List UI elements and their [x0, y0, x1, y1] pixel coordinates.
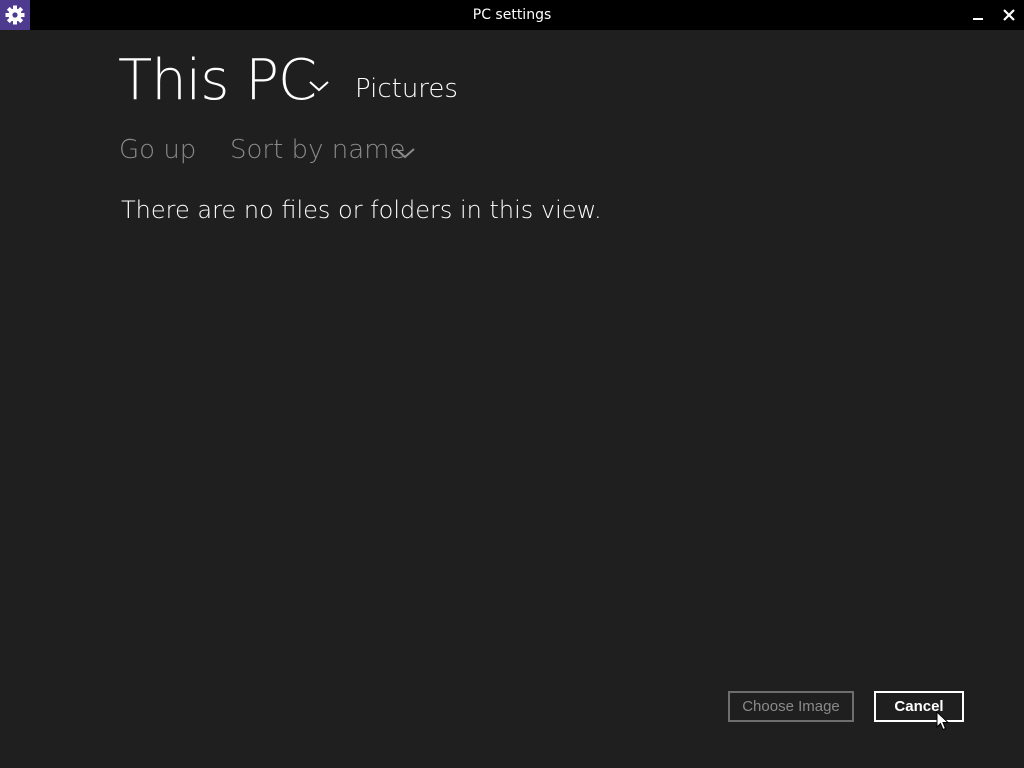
- cancel-button[interactable]: Cancel: [874, 691, 964, 722]
- minimize-button[interactable]: [963, 0, 993, 30]
- chevron-down-icon[interactable]: [308, 78, 330, 94]
- close-icon: [1003, 9, 1015, 21]
- minimize-icon: [973, 18, 983, 20]
- window-title: PC settings: [472, 7, 552, 23]
- current-folder[interactable]: Pictures: [355, 74, 458, 104]
- title-bar: PC settings: [0, 0, 1024, 30]
- empty-view-message: There are no files or folders in this vi…: [121, 196, 602, 224]
- location-title[interactable]: This PC: [118, 48, 317, 113]
- chevron-down-icon[interactable]: [394, 145, 416, 161]
- sort-by-button[interactable]: Sort by name: [230, 135, 405, 165]
- mouse-cursor-icon: [936, 711, 950, 731]
- go-up-button[interactable]: Go up: [119, 135, 196, 165]
- choose-image-button[interactable]: Choose Image: [728, 691, 854, 722]
- close-button[interactable]: [994, 0, 1024, 30]
